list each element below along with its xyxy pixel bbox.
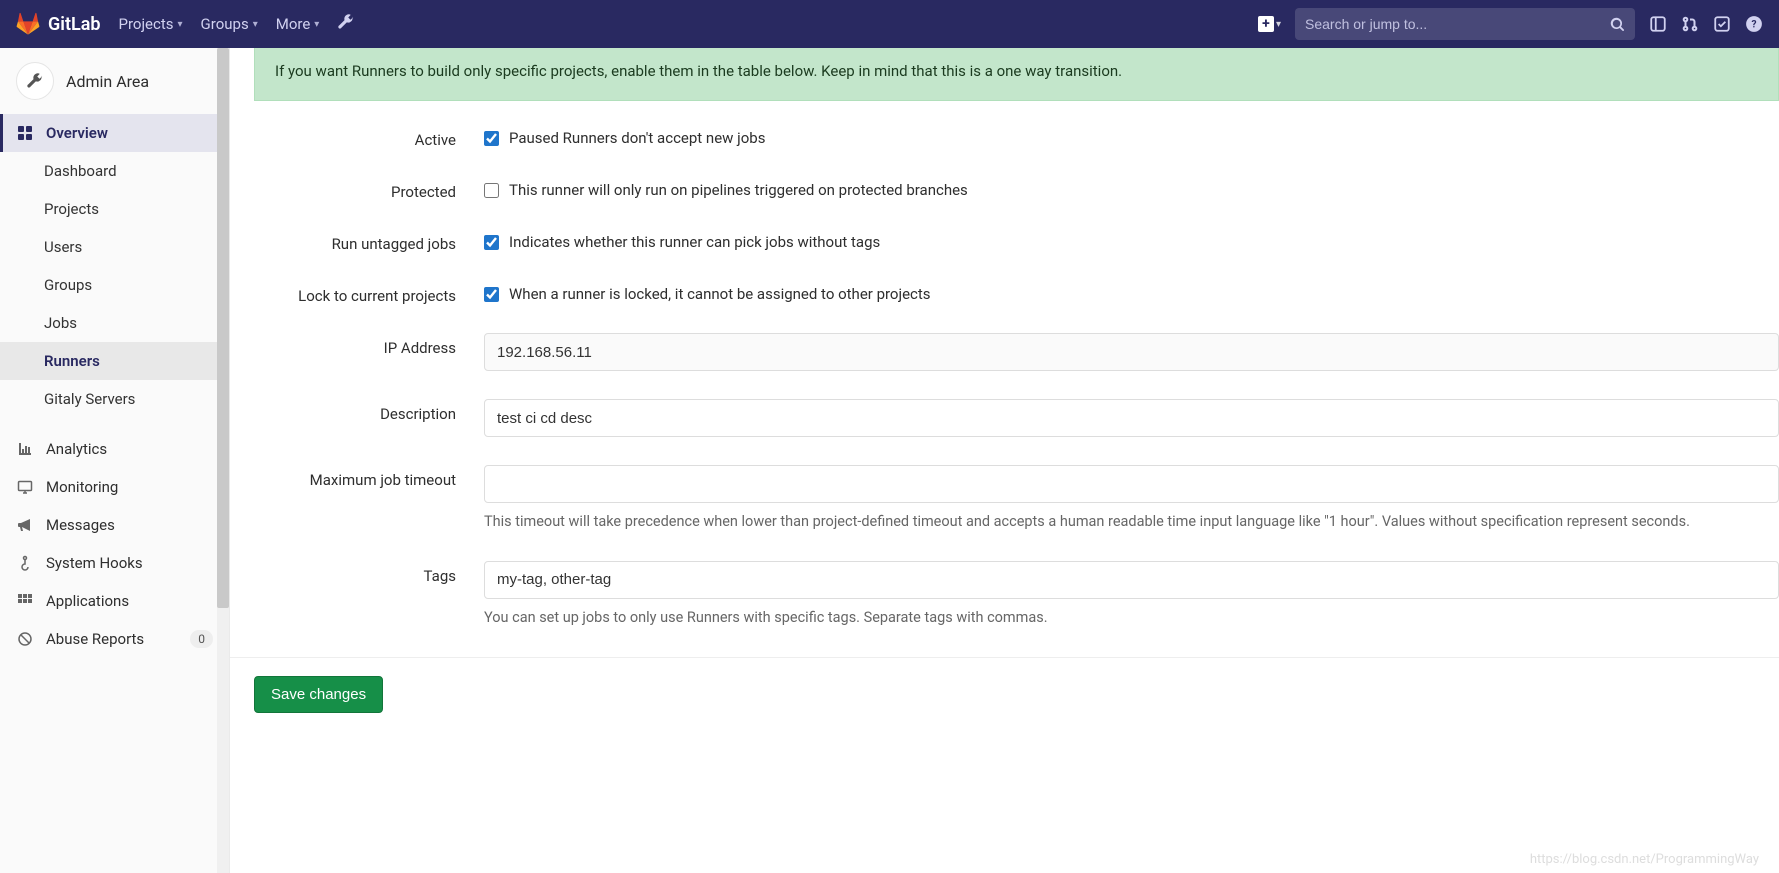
tanuki-icon — [16, 12, 40, 36]
sidebar-item-label: Abuse Reports — [46, 630, 144, 648]
sidebar-item-system-hooks[interactable]: System Hooks — [0, 544, 229, 582]
form-actions: Save changes — [230, 657, 1779, 713]
sidebar-item-monitoring[interactable]: Monitoring — [0, 468, 229, 506]
untagged-desc: Indicates whether this runner can pick j… — [509, 233, 880, 251]
analytics-icon — [16, 441, 34, 457]
label-timeout: Maximum job timeout — [254, 465, 484, 489]
protected-desc: This runner will only run on pipelines t… — [509, 181, 968, 199]
plus-icon: + — [1258, 16, 1274, 32]
sidebar-item-applications[interactable]: Applications — [0, 582, 229, 620]
sidebar-item-label: Overview — [46, 124, 108, 142]
sidebar-item-analytics[interactable]: Analytics — [0, 430, 229, 468]
timeout-input[interactable] — [484, 465, 1779, 503]
search-icon — [1610, 17, 1625, 32]
chevron-down-icon: ▾ — [178, 19, 183, 30]
nav-more-label: More — [276, 15, 311, 33]
sidebar-item-groups[interactable]: Groups — [0, 266, 229, 304]
label-tags: Tags — [254, 561, 484, 585]
sidebar-item-gitaly[interactable]: Gitaly Servers — [0, 380, 229, 418]
sidebar-item-label: Gitaly Servers — [44, 390, 135, 408]
lock-checkbox-row[interactable]: When a runner is locked, it cannot be as… — [484, 281, 1779, 303]
sidebar-item-label: Applications — [46, 592, 129, 610]
timeout-help: This timeout will take precedence when l… — [484, 511, 1779, 533]
lock-checkbox[interactable] — [484, 287, 499, 302]
merge-requests-icon[interactable] — [1681, 15, 1699, 33]
wrench-circle-icon — [16, 62, 54, 100]
brand-text: GitLab — [48, 14, 101, 35]
nav-projects-label: Projects — [119, 15, 174, 33]
tags-help: You can set up jobs to only use Runners … — [484, 607, 1779, 629]
sidebar-item-jobs[interactable]: Jobs — [0, 304, 229, 342]
issues-icon[interactable] — [1649, 15, 1667, 33]
watermark-text: https://blog.csdn.net/ProgrammingWay — [1530, 852, 1759, 867]
alert-text: If you want Runners to build only specif… — [275, 62, 1122, 80]
new-dropdown[interactable]: + ▾ — [1258, 16, 1281, 32]
tags-input[interactable] — [484, 561, 1779, 599]
chevron-down-icon: ▾ — [314, 19, 319, 30]
apps-icon — [16, 593, 34, 609]
lock-desc: When a runner is locked, it cannot be as… — [509, 285, 931, 303]
label-untagged: Run untagged jobs — [254, 229, 484, 253]
sidebar-item-runners[interactable]: Runners — [0, 342, 229, 380]
sidebar-item-messages[interactable]: Messages — [0, 506, 229, 544]
sidebar-item-overview[interactable]: Overview — [0, 114, 229, 152]
untagged-checkbox-row[interactable]: Indicates whether this runner can pick j… — [484, 229, 1779, 251]
untagged-checkbox[interactable] — [484, 235, 499, 250]
label-lock: Lock to current projects — [254, 281, 484, 305]
overview-icon — [16, 125, 34, 141]
sidebar-item-abuse[interactable]: Abuse Reports 0 — [0, 620, 229, 658]
nav-more[interactable]: More ▾ — [276, 15, 320, 33]
abuse-count-badge: 0 — [190, 630, 213, 648]
bullhorn-icon — [16, 517, 34, 533]
active-checkbox-row[interactable]: Paused Runners don't accept new jobs — [484, 125, 1779, 147]
label-protected: Protected — [254, 177, 484, 201]
sidebar-item-users[interactable]: Users — [0, 228, 229, 266]
save-button[interactable]: Save changes — [254, 676, 383, 713]
sidebar-item-projects[interactable]: Projects — [0, 190, 229, 228]
label-active: Active — [254, 125, 484, 149]
scrollbar-thumb[interactable] — [217, 48, 229, 608]
ip-input[interactable] — [484, 333, 1779, 371]
sidebar-item-label: Messages — [46, 516, 115, 534]
active-desc: Paused Runners don't accept new jobs — [509, 129, 765, 147]
sidebar-item-label: Projects — [44, 200, 99, 218]
label-description: Description — [254, 399, 484, 423]
sidebar-item-label: Runners — [44, 352, 100, 370]
help-icon[interactable]: ? — [1745, 15, 1763, 33]
nav-groups-label: Groups — [201, 15, 249, 33]
nav-groups[interactable]: Groups ▾ — [201, 15, 258, 33]
sidebar-context[interactable]: Admin Area — [0, 48, 229, 114]
label-ip: IP Address — [254, 333, 484, 357]
description-input[interactable] — [484, 399, 1779, 437]
runner-form: Active Paused Runners don't accept new j… — [230, 125, 1779, 629]
active-checkbox[interactable] — [484, 131, 499, 146]
sidebar-item-label: Analytics — [46, 440, 107, 458]
admin-sidebar: Admin Area Overview Dashboard Projects U… — [0, 48, 230, 873]
protected-checkbox[interactable] — [484, 183, 499, 198]
sidebar-item-label: Groups — [44, 276, 92, 294]
global-search[interactable] — [1295, 8, 1635, 40]
hook-icon — [16, 555, 34, 571]
main-content: If you want Runners to build only specif… — [230, 48, 1779, 873]
svg-text:?: ? — [1751, 19, 1756, 30]
nav-projects[interactable]: Projects ▾ — [119, 15, 183, 33]
sidebar-item-label: Users — [44, 238, 82, 256]
admin-wrench-icon[interactable] — [337, 13, 355, 35]
chevron-down-icon: ▾ — [1276, 19, 1281, 30]
abuse-icon — [16, 631, 34, 647]
top-navbar: GitLab Projects ▾ Groups ▾ More ▾ + ▾ — [0, 0, 1779, 48]
search-input[interactable] — [1305, 16, 1610, 32]
sidebar-item-label: System Hooks — [46, 554, 143, 572]
monitoring-icon — [16, 479, 34, 495]
sidebar-item-label: Dashboard — [44, 162, 117, 180]
sidebar-context-title: Admin Area — [66, 72, 149, 91]
sidebar-item-label: Jobs — [44, 314, 77, 332]
sidebar-item-label: Monitoring — [46, 478, 118, 496]
todos-icon[interactable] — [1713, 15, 1731, 33]
protected-checkbox-row[interactable]: This runner will only run on pipelines t… — [484, 177, 1779, 199]
chevron-down-icon: ▾ — [253, 19, 258, 30]
sidebar-item-dashboard[interactable]: Dashboard — [0, 152, 229, 190]
info-alert: If you want Runners to build only specif… — [254, 48, 1779, 101]
gitlab-logo[interactable]: GitLab — [16, 12, 101, 36]
